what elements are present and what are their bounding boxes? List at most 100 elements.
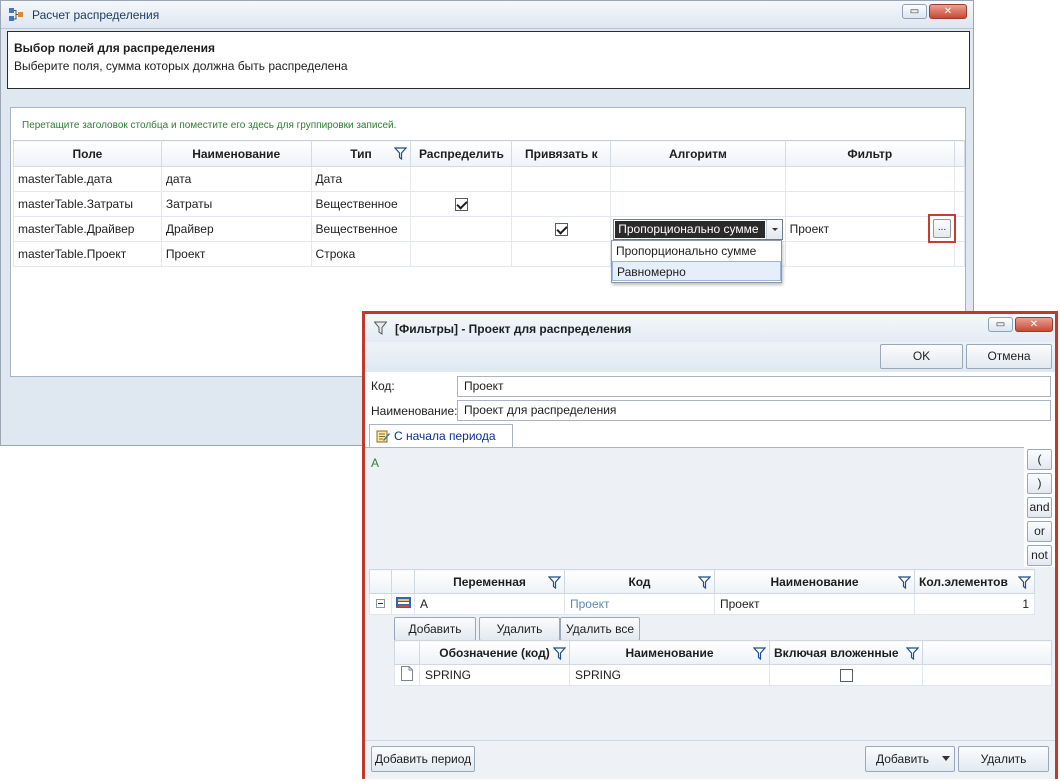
column-header-elem-name[interactable]: Наименование xyxy=(569,640,770,665)
cell-nested[interactable] xyxy=(769,664,923,686)
filter-icon[interactable] xyxy=(753,647,766,660)
collapse-icon[interactable] xyxy=(376,599,385,608)
table-row[interactable]: masterTable.Затраты Затраты Вещественное xyxy=(13,191,966,217)
distribute-checkbox[interactable] xyxy=(454,198,468,212)
cell-distribute[interactable] xyxy=(410,241,513,267)
column-header-algorithm[interactable]: Алгоритм xyxy=(610,140,786,167)
filter-icon[interactable] xyxy=(898,576,911,589)
add-period-button[interactable]: Добавить период xyxy=(371,746,475,772)
cell-code-link[interactable]: Проект xyxy=(564,593,715,615)
cell-empty xyxy=(922,664,1052,686)
cell-filter[interactable] xyxy=(784,241,955,267)
cancel-button[interactable]: Отмена xyxy=(966,344,1052,369)
cell-count[interactable]: 1 xyxy=(914,593,1035,615)
cell-name[interactable]: Драйвер xyxy=(160,216,312,242)
filter-icon[interactable] xyxy=(698,576,711,589)
footer-add-label: Добавить xyxy=(876,752,930,766)
cell-distribute[interactable] xyxy=(410,216,513,242)
filter-icon[interactable] xyxy=(1018,576,1031,589)
table-row[interactable]: masterTable.Драйвер Драйвер Вещественное… xyxy=(13,216,966,242)
algorithm-combobox[interactable]: Пропорционально сумме xyxy=(613,219,784,240)
table-row[interactable]: masterTable.Проект Проект Строка xyxy=(13,241,966,267)
column-header-type[interactable]: Тип xyxy=(310,140,412,167)
footer-add-dropdown-button[interactable]: Добавить xyxy=(865,746,955,772)
cell-bind[interactable] xyxy=(511,241,612,267)
column-header-bind[interactable]: Привязать к xyxy=(511,140,612,167)
column-header-nested[interactable]: Включая вложенные xyxy=(769,640,923,665)
filter-restore-button[interactable]: ▭ xyxy=(988,317,1013,332)
filter-icon[interactable] xyxy=(906,647,919,660)
column-header-count[interactable]: Кол.элементов xyxy=(914,569,1035,594)
cell-filter[interactable] xyxy=(784,191,955,217)
cell-bind[interactable] xyxy=(511,166,612,192)
cell-algorithm[interactable] xyxy=(610,166,786,192)
column-header-distribute[interactable]: Распределить xyxy=(410,140,513,167)
cell-variable[interactable]: A xyxy=(414,593,565,615)
table-row[interactable]: A Проект Проект 1 xyxy=(369,593,1035,615)
algorithm-combobox-value[interactable]: Пропорционально сумме xyxy=(615,221,766,238)
chevron-down-icon[interactable] xyxy=(942,756,950,761)
operator-or-button[interactable]: or xyxy=(1027,521,1052,542)
filter-icon[interactable] xyxy=(553,647,566,660)
filter-icon[interactable] xyxy=(394,147,408,160)
delete-all-elements-button[interactable]: Удалить все xyxy=(560,617,640,641)
tab-period[interactable]: С начала периода xyxy=(369,424,513,447)
chevron-down-icon[interactable] xyxy=(766,220,783,239)
add-element-button[interactable]: Добавить xyxy=(394,617,476,641)
filter-icon[interactable] xyxy=(548,576,561,589)
cell-bind[interactable] xyxy=(511,191,612,217)
cell-field[interactable]: masterTable.дата xyxy=(13,166,162,192)
operator-and-button[interactable]: and xyxy=(1027,497,1052,518)
cell-distribute[interactable] xyxy=(410,191,513,217)
cell-algorithm[interactable] xyxy=(610,191,786,217)
footer-delete-button[interactable]: Удалить xyxy=(958,746,1049,772)
delete-element-button[interactable]: Удалить xyxy=(479,617,560,641)
expand-toggle[interactable] xyxy=(369,593,392,615)
code-input[interactable]: Проект xyxy=(457,376,1051,397)
cell-type[interactable]: Строка xyxy=(310,241,412,267)
bind-checkbox[interactable] xyxy=(554,223,568,237)
operator-not-button[interactable]: not xyxy=(1027,545,1052,566)
ok-button[interactable]: OK xyxy=(880,344,963,369)
cell-name[interactable]: Затраты xyxy=(160,191,312,217)
expression-text[interactable]: A xyxy=(371,456,379,470)
cell-distribute[interactable] xyxy=(410,166,513,192)
filter-close-button[interactable]: ✕ xyxy=(1015,317,1053,332)
cell-type[interactable]: Дата xyxy=(310,166,412,192)
cell-bind[interactable] xyxy=(511,216,612,242)
column-header-filter[interactable]: Фильтр xyxy=(784,140,955,167)
restore-button[interactable]: ▭ xyxy=(902,4,927,19)
operator-open-paren-button[interactable]: ( xyxy=(1027,449,1052,470)
expression-editor[interactable]: A xyxy=(365,447,1024,567)
column-header-elem-code[interactable]: Обозначение (код) xyxy=(419,640,570,665)
cell-elem-name[interactable]: SPRING xyxy=(569,664,770,686)
dropdown-option-proportional[interactable]: Пропорционально сумме xyxy=(612,241,781,261)
cell-type[interactable]: Вещественное xyxy=(310,216,412,242)
cell-spacer xyxy=(953,191,966,217)
name-input[interactable]: Проект для распределения xyxy=(457,400,1051,421)
cell-varname[interactable]: Проект xyxy=(714,593,915,615)
close-button[interactable]: ✕ xyxy=(929,4,967,19)
filter-ellipsis-button[interactable]: ... xyxy=(933,219,951,238)
cell-field[interactable]: masterTable.Драйвер xyxy=(13,216,162,242)
cell-elem-code[interactable]: SPRING xyxy=(419,664,570,686)
cell-name[interactable]: Проект xyxy=(160,241,312,267)
dropdown-option-uniform[interactable]: Равномерно xyxy=(612,261,781,281)
cell-name[interactable]: дата xyxy=(160,166,312,192)
include-nested-checkbox[interactable] xyxy=(839,669,853,683)
column-header-field[interactable]: Поле xyxy=(13,140,162,167)
cell-field[interactable]: masterTable.Проект xyxy=(13,241,162,267)
window-title: Расчет распределения xyxy=(32,8,160,22)
table-row[interactable]: SPRING SPRING xyxy=(394,664,1052,686)
column-header-code[interactable]: Код xyxy=(564,569,715,594)
column-header-name[interactable]: Наименование xyxy=(160,140,312,167)
cell-filter[interactable] xyxy=(784,166,955,192)
table-row[interactable]: masterTable.дата дата Дата xyxy=(13,166,966,192)
cell-type[interactable]: Вещественное xyxy=(310,191,412,217)
operator-close-paren-button[interactable]: ) xyxy=(1027,473,1052,494)
cell-algorithm[interactable]: Пропорционально сумме xyxy=(610,216,786,242)
column-header-varname[interactable]: Наименование xyxy=(714,569,915,594)
group-panel-hint[interactable]: Перетащите заголовок столбца и поместите… xyxy=(22,120,396,131)
column-header-variable[interactable]: Переменная xyxy=(414,569,565,594)
cell-field[interactable]: masterTable.Затраты xyxy=(13,191,162,217)
